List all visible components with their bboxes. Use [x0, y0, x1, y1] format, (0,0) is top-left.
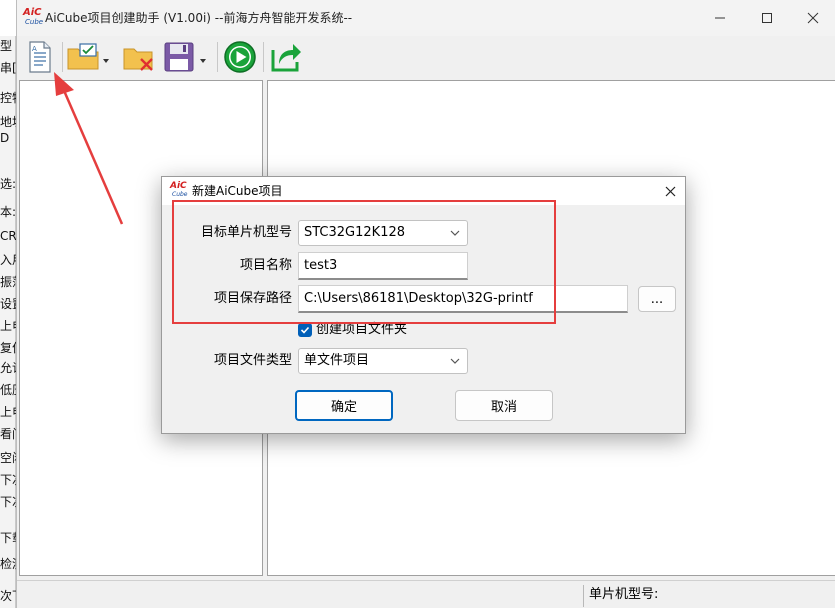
file-type-select-value: 单文件项目 [304, 353, 370, 368]
background-text: 控特 [0, 91, 16, 105]
file-type-select[interactable]: 单文件项目 [298, 348, 468, 374]
close-icon [665, 186, 675, 196]
background-text: 检测 [0, 557, 16, 571]
export-button[interactable] [267, 39, 305, 75]
background-text: 选: [0, 177, 16, 191]
annotation-arrow [54, 72, 124, 225]
background-text: 复位 [0, 341, 16, 355]
background-text: 看门 [0, 427, 16, 441]
background-text: 振荡 [0, 275, 16, 289]
minimize-icon [715, 17, 725, 19]
background-text: D [0, 131, 10, 145]
run-icon [224, 41, 256, 73]
dialog-logo-icon: AiC Cube [170, 182, 190, 200]
background-text: 空闲 [0, 451, 16, 465]
toolbar-separator [217, 42, 218, 72]
maximize-button[interactable] [744, 0, 790, 36]
toolbar: A [17, 36, 835, 78]
background-text: 上电 [0, 405, 16, 419]
chevron-down-icon [450, 358, 460, 364]
status-separator [583, 585, 584, 607]
background-text: 设置 [0, 297, 16, 311]
save-project-button[interactable] [161, 39, 211, 75]
new-document-icon: A [29, 41, 51, 73]
background-text: 下次 [0, 473, 16, 487]
cancel-button[interactable]: 取消 [455, 390, 553, 421]
background-text: 次下 [0, 589, 16, 603]
annotation-highlight-box [172, 200, 556, 324]
create-folder-checkbox[interactable] [298, 323, 312, 337]
export-icon [271, 44, 301, 72]
logo-text-bottom: Cube [172, 191, 188, 198]
background-text: CRC [0, 229, 16, 243]
ok-button[interactable]: 确定 [295, 390, 393, 421]
background-text: 下载 [0, 531, 16, 545]
window-title: AiCube项目创建助手 (V1.00i) --前海方舟智能开发系统-- [45, 11, 353, 25]
background-text: 允许 [0, 361, 16, 375]
background-text: 串[ [0, 61, 16, 75]
background-text: 下次 [0, 495, 16, 509]
maximize-icon [762, 13, 772, 23]
background-text: 入用 [0, 253, 16, 267]
background-text: 低压 [0, 383, 16, 397]
logo-text-top: AiC [23, 7, 42, 18]
minimize-button[interactable] [697, 0, 743, 36]
logo-text-bottom: Cube [25, 18, 44, 26]
toolbar-separator [263, 42, 264, 72]
logo-text-top: AiC [170, 181, 187, 191]
svg-text:A: A [32, 45, 37, 53]
background-text: 本: [0, 205, 16, 219]
save-icon [164, 42, 206, 72]
background-text: 型 [0, 39, 13, 53]
status-mcu-label: 单片机型号: [589, 587, 659, 602]
dialog-close-button[interactable] [656, 177, 684, 205]
close-project-icon [123, 48, 153, 71]
background-text: 上电 [0, 319, 16, 333]
toolbar-separator [62, 42, 63, 72]
background-window-strip: 型 串[ 控特 地址 D 选: 本: CRC 入用 振荡 设置 上电 复位 允许… [0, 36, 16, 608]
close-icon [807, 12, 819, 24]
checkmark-icon [300, 326, 310, 334]
title-bar[interactable]: AiC Cube AiCube项目创建助手 (V1.00i) --前海方舟智能开… [17, 0, 835, 36]
status-bar: 单片机型号: [17, 580, 835, 608]
app-logo-icon: AiC Cube [23, 8, 45, 28]
file-type-label: 项目文件类型 [213, 353, 292, 368]
close-window-button[interactable] [790, 0, 835, 36]
browse-button[interactable]: ... [638, 286, 676, 312]
run-button[interactable] [221, 39, 259, 75]
open-folder-icon [67, 43, 109, 70]
